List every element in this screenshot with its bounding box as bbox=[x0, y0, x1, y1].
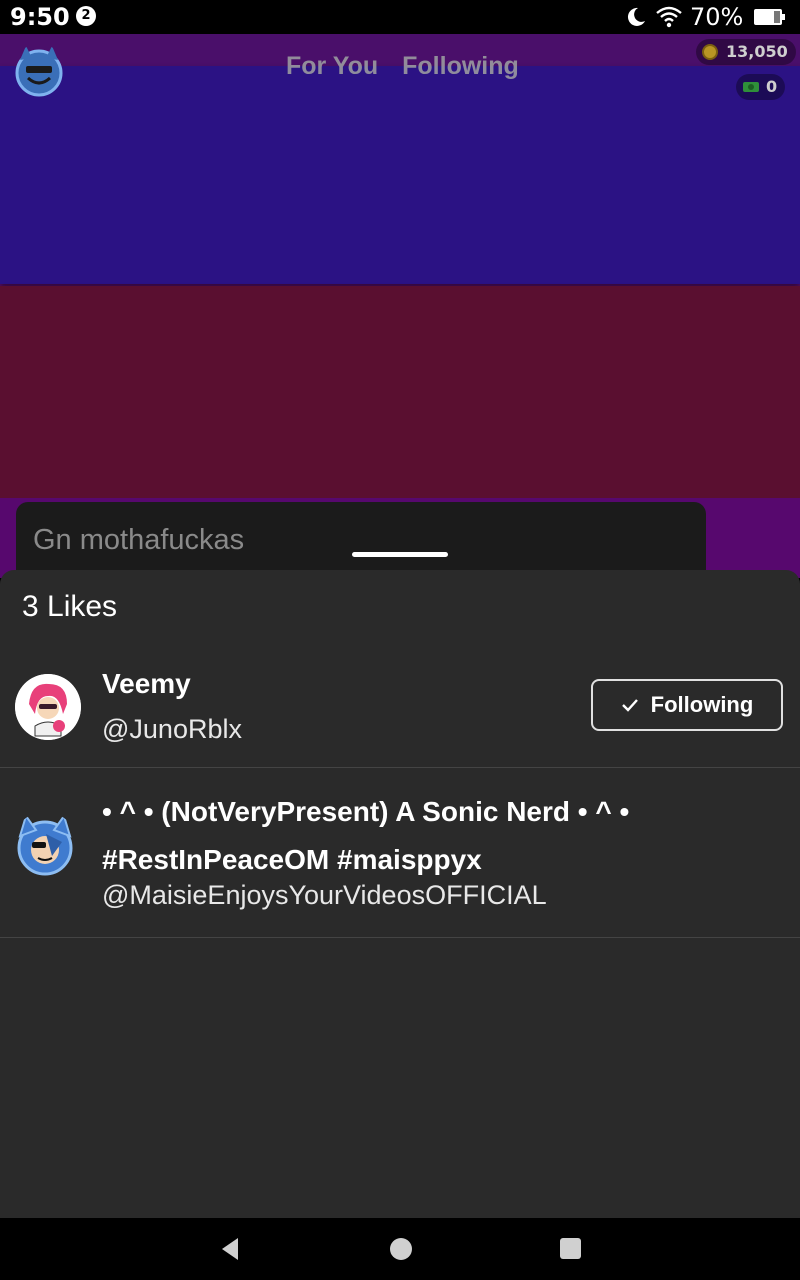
liker-row[interactable]: • ^ • (NotVeryPresent) A Sonic Nerd • ^ … bbox=[0, 768, 800, 938]
battery-percent: 70% bbox=[690, 3, 744, 31]
battery-icon bbox=[754, 9, 785, 25]
tab-for-you[interactable]: For You bbox=[286, 52, 378, 81]
post-caption: Gn mothafuckas bbox=[33, 524, 245, 556]
props-balance[interactable]: 0 bbox=[736, 74, 786, 100]
user-display-name: • ^ • (NotVeryPresent) A Sonic Nerd • ^ … bbox=[102, 796, 630, 875]
coins-value: 13,050 bbox=[726, 42, 788, 61]
coins-balance[interactable]: 13,050 bbox=[696, 39, 796, 65]
sheet-drag-handle[interactable] bbox=[352, 552, 448, 557]
following-button-label: Following bbox=[650, 692, 754, 717]
coin-icon bbox=[702, 44, 718, 60]
user-display-name: Veemy bbox=[102, 668, 191, 699]
profile-avatar-icon[interactable] bbox=[12, 44, 66, 98]
notification-count-badge: 2 bbox=[76, 6, 96, 26]
liker-row[interactable]: Veemy @JunoRblx Following bbox=[0, 644, 800, 768]
home-icon[interactable] bbox=[390, 1238, 412, 1260]
user-handle: @JunoRblx bbox=[102, 714, 242, 744]
props-value: 0 bbox=[766, 77, 778, 96]
money-icon bbox=[743, 82, 759, 92]
feed-tabs: For You Following bbox=[286, 52, 519, 81]
user-avatar[interactable] bbox=[15, 674, 81, 740]
following-button[interactable]: Following bbox=[591, 679, 783, 731]
status-bar: 9:50 2 70% bbox=[0, 0, 800, 34]
likes-count-title: 3 Likes bbox=[22, 590, 118, 623]
video-band-red bbox=[0, 286, 800, 498]
likes-sheet: 3 Likes Veemy @JunoRblx Following • ^ • … bbox=[0, 570, 800, 1218]
video-band-blue bbox=[0, 66, 800, 284]
system-nav-bar bbox=[0, 1218, 800, 1280]
back-icon[interactable] bbox=[218, 1236, 242, 1262]
status-time: 9:50 bbox=[10, 3, 70, 31]
user-avatar[interactable] bbox=[12, 812, 78, 878]
recents-icon[interactable] bbox=[560, 1238, 581, 1259]
check-icon bbox=[621, 699, 638, 712]
user-handle: @MaisieEnjoysYourVideosOFFICIAL bbox=[102, 880, 547, 910]
tab-following[interactable]: Following bbox=[402, 52, 519, 81]
moon-icon bbox=[627, 7, 645, 26]
wifi-icon bbox=[656, 6, 682, 28]
